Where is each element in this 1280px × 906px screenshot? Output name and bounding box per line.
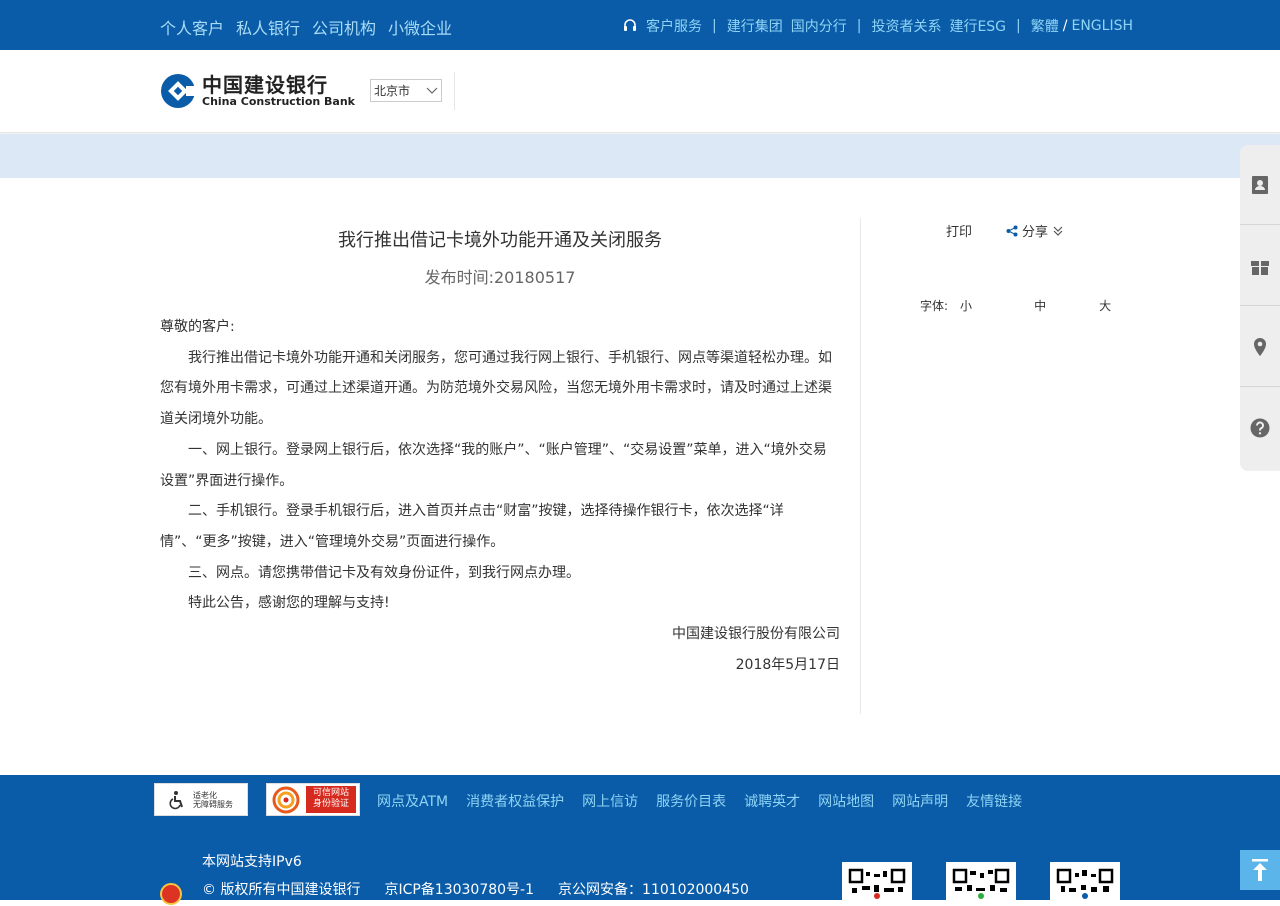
- language-slash: /: [1062, 18, 1068, 34]
- nav-corporate[interactable]: 公司机构: [312, 15, 376, 39]
- english-link[interactable]: ENGLISH: [1071, 18, 1133, 34]
- help-button[interactable]: [1240, 388, 1280, 468]
- separator: |: [712, 18, 717, 34]
- article-title: 我行推出借记卡境外功能开通及关闭服务: [338, 230, 662, 251]
- ipv6-notice: 本网站支持IPv6: [202, 854, 302, 870]
- contact-card-button[interactable]: [1240, 145, 1280, 225]
- paragraph: 二、手机银行。登录手机银行后，进入首页并点击“财富”按键，选择待操作银行卡，依次…: [160, 503, 784, 550]
- font-medium-button[interactable]: 中: [1034, 297, 1046, 314]
- footer-link-statement[interactable]: 网站声明: [892, 791, 948, 811]
- headset-icon: [624, 19, 637, 31]
- footer-link-sitemap[interactable]: 网站地图: [818, 791, 874, 811]
- badge-text: 可信网站: [312, 788, 349, 798]
- font-small-button[interactable]: 小: [960, 297, 972, 314]
- footer-info: 本网站支持IPv6 © 版权所有中国建设银行 京ICP备13030780号-1 …: [0, 825, 1280, 905]
- legal-info: © 版权所有中国建设银行 京ICP备13030780号-1 京公网安备：1101…: [202, 879, 749, 899]
- share-label: 分享: [1022, 225, 1049, 240]
- wheelchair-icon: [169, 790, 183, 809]
- city-dropdown[interactable]: 北京市: [370, 79, 442, 102]
- qr-code-icon: [946, 862, 1016, 902]
- city-value: 北京市: [374, 84, 411, 98]
- greeting: 尊敬的客户:: [160, 319, 235, 335]
- copyright-text: © 版权所有中国建设银行: [202, 882, 361, 898]
- segment-nav: 个人客户 私人银行 公司机构 小微企业: [160, 15, 452, 39]
- publish-date-value: 20180517: [493, 268, 576, 287]
- publish-date-label: 发布时间:: [424, 268, 494, 287]
- gift-icon: [1251, 260, 1269, 275]
- nav-private-banking[interactable]: 私人银行: [236, 15, 300, 39]
- paragraph: 三、网点。请您携带借记卡及有效身份证件，到我行网点办理。: [188, 564, 580, 581]
- ccb-logo-icon: [161, 74, 196, 108]
- paragraph: 我行推出借记卡境外功能开通和关闭服务，您可通过我行网上银行、手机银行、网点等渠道…: [160, 349, 832, 428]
- footer-link-consumer-rights[interactable]: 消费者权益保护: [466, 791, 564, 811]
- location-pin-icon: [1254, 337, 1266, 356]
- signature-org: 中国建设银行股份有限公司: [672, 626, 840, 643]
- content-divider: [860, 218, 861, 714]
- font-size-label: 字体:: [920, 299, 949, 313]
- location-button[interactable]: [1240, 307, 1280, 387]
- font-size-selector: 字体: 小 中 大: [920, 297, 1111, 314]
- print-button[interactable]: 打印: [946, 221, 972, 240]
- utility-nav: 客户服务 | 建行集团 国内分行 | 投资者关系 建行ESG | 繁體 / EN…: [622, 16, 1133, 36]
- footer-link-atm[interactable]: 网点及ATM: [377, 791, 448, 811]
- separator: |: [856, 18, 862, 34]
- paragraph: 特此公告，感谢您的理解与支持!: [188, 595, 390, 612]
- police-emblem-icon: [160, 883, 182, 905]
- footer-links-bar: 适老化 无障碍服务 可信网站 身份验证 网点及ATM 消费者权益保护 网上信访 服务…: [0, 775, 1280, 825]
- share-icon: [1006, 225, 1018, 236]
- nav-personal[interactable]: 个人客户: [160, 15, 224, 39]
- badge-text: 适老化: [193, 790, 217, 800]
- double-chevron-down-icon: [1053, 226, 1063, 236]
- footer-link-careers[interactable]: 诚聘英才: [744, 791, 800, 811]
- gift-button[interactable]: [1240, 226, 1280, 306]
- domestic-branch-link[interactable]: 国内分行: [791, 16, 847, 36]
- badge-text: 身份验证: [312, 799, 349, 809]
- badge-text: 无障碍服务: [193, 799, 233, 809]
- share-button[interactable]: 分享: [1006, 221, 1064, 240]
- paragraph: 一、网上银行。登录网上银行后，依次选择“我的账户”、“账户管理”、“交易设置”菜…: [160, 441, 827, 489]
- bank-logo[interactable]: 中国建设银行 China Construction Bank: [160, 72, 355, 110]
- signature-date: 2018年5月17日: [735, 656, 840, 673]
- article: 我行推出借记卡境外功能开通及关闭服务 发布时间:20180517 尊敬的客户: …: [160, 218, 840, 680]
- chevron-down-icon: [426, 87, 438, 94]
- publish-date: 发布时间:20180517: [160, 264, 840, 288]
- floating-quick-panel: [1240, 145, 1280, 471]
- footer-link-fee-schedule[interactable]: 服务价目表: [656, 791, 726, 811]
- esg-link[interactable]: 建行ESG: [949, 16, 1006, 36]
- separator: |: [1016, 18, 1021, 34]
- customer-service-link[interactable]: 客户服务: [646, 16, 702, 36]
- accessibility-badge[interactable]: 适老化 无障碍服务: [154, 783, 248, 816]
- font-large-button[interactable]: 大: [1099, 297, 1111, 314]
- nav-small-business[interactable]: 小微企业: [388, 15, 452, 39]
- footer-link-friendly-links[interactable]: 友情链接: [966, 791, 1022, 811]
- investor-relations-link[interactable]: 投资者关系: [871, 16, 941, 36]
- qr-code-icon: [1050, 862, 1120, 902]
- contact-card-icon: [1252, 175, 1268, 194]
- article-body: 尊敬的客户: 我行推出借记卡境外功能开通和关闭服务，您可通过我行网上银行、手机银…: [160, 312, 840, 680]
- help-icon: [1250, 418, 1270, 438]
- logo-chinese-name: 中国建设银行: [202, 72, 328, 97]
- icp-license[interactable]: 京ICP备13030780号-1: [384, 879, 534, 899]
- qr-code-icon: [842, 862, 912, 902]
- traditional-chinese-link[interactable]: 繁體: [1031, 16, 1059, 36]
- arrow-up-icon: [1252, 859, 1268, 881]
- site-header: 中国建设银行 China Construction Bank 北京市: [0, 50, 1280, 133]
- banner-band: [0, 134, 1280, 178]
- trust-seal-icon: [272, 786, 300, 813]
- police-record[interactable]: 京公网安备：110102000450: [558, 879, 749, 899]
- logo-english-name: China Construction Bank: [202, 94, 356, 108]
- footer-links: 网点及ATM 消费者权益保护 网上信访 服务价目表 诚聘英才 网站地图 网站声明…: [377, 791, 1022, 811]
- footer-link-petition[interactable]: 网上信访: [582, 791, 638, 811]
- trusted-site-badge[interactable]: 可信网站 身份验证: [266, 783, 360, 816]
- ccb-group-link[interactable]: 建行集团: [727, 16, 783, 36]
- back-to-top-button[interactable]: [1240, 850, 1280, 890]
- top-navigation-bar: 个人客户 私人银行 公司机构 小微企业 客户服务 | 建行集团 国内分行 | 投…: [0, 0, 1280, 50]
- header-divider: [454, 72, 455, 110]
